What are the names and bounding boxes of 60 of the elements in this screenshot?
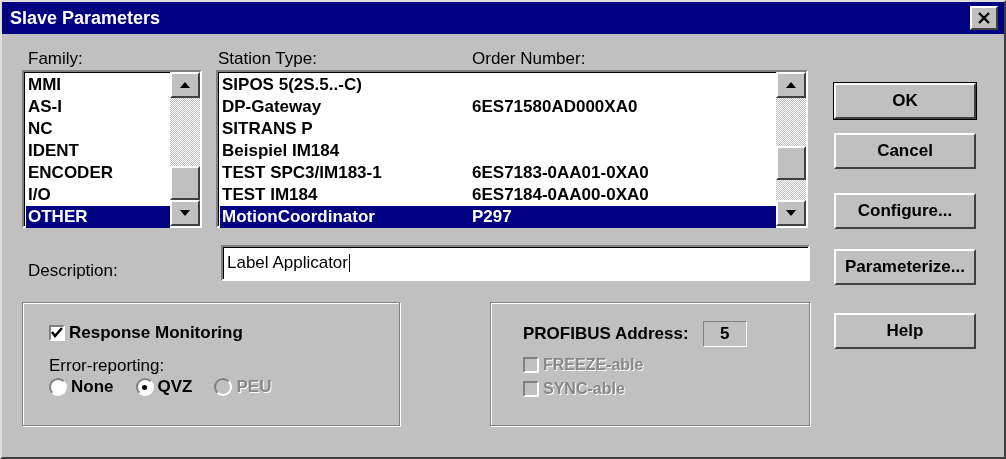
- scroll-up-button[interactable]: [170, 72, 200, 98]
- profibus-address-label: PROFIBUS Address:: [523, 323, 689, 345]
- station-row[interactable]: Beispiel IM184: [220, 140, 776, 162]
- family-item[interactable]: OTHER: [26, 206, 170, 228]
- scroll-thumb[interactable]: [776, 146, 806, 180]
- radio-option[interactable]: QVZ: [135, 377, 193, 397]
- family-item[interactable]: I/O: [26, 184, 170, 206]
- address-value: 5: [702, 321, 747, 347]
- order-number-cell: 6ES7183-0AA01-0XA0: [472, 162, 649, 184]
- station-type-cell-text: Beispiel IM184: [222, 140, 341, 162]
- family-item[interactable]: NC: [26, 118, 170, 140]
- station-row[interactable]: TEST SPC3/IM183-1 6ES7183-0AA01-0XA0: [220, 162, 776, 184]
- description-field[interactable]: Label Applicator: [221, 245, 810, 281]
- check-icon: [51, 327, 63, 339]
- order-number-label: Order Number:: [472, 48, 586, 70]
- checkbox[interactable]: [49, 325, 65, 341]
- station-type-cell-text: SIPOS 5(2S.5..-C): [222, 74, 363, 96]
- radio-option[interactable]: None: [49, 377, 114, 397]
- up-arrow-icon: [785, 81, 797, 89]
- family-item[interactable]: ENCODER: [26, 162, 170, 184]
- close-icon: [977, 12, 991, 24]
- family-label: Family:: [27, 49, 83, 68]
- order-number-cell: P297: [472, 206, 512, 228]
- station-row[interactable]: SITRANS P: [220, 118, 776, 140]
- station-type-label: Station Type:: [217, 48, 318, 70]
- station-type-cell-text: TEST SPC3/IM183-1: [222, 162, 383, 184]
- down-arrow-icon: [785, 209, 797, 217]
- family-item[interactable]: MMI: [26, 74, 170, 96]
- order-number-cell: 6ES71580AD000XA0: [472, 96, 638, 118]
- scrollbar[interactable]: [776, 72, 806, 226]
- scroll-down-button[interactable]: [776, 200, 806, 226]
- close-button[interactable]: [970, 6, 998, 30]
- station-row[interactable]: DP-Gateway 6ES71580AD000XA0: [220, 96, 776, 118]
- radio-button[interactable]: [135, 378, 154, 396]
- station-type-cell-text: SITRANS P: [222, 118, 314, 140]
- order-number-cell: 6ES7184-0AA00-0XA0: [472, 184, 649, 206]
- scroll-thumb[interactable]: [170, 166, 200, 200]
- family-item[interactable]: AS-I: [26, 96, 170, 118]
- down-arrow-icon: [179, 209, 191, 217]
- dialog-button[interactable]: Configure...: [834, 193, 976, 229]
- station-type-cell-text: DP-Gateway: [222, 96, 323, 118]
- dialog-button[interactable]: Cancel: [834, 133, 976, 169]
- dialog-button[interactable]: OK: [834, 83, 976, 119]
- station-row[interactable]: TEST IM184 6ES7184-0AA00-0XA0: [220, 184, 776, 206]
- station-row[interactable]: SIPOS 5(2S.5..-C): [220, 74, 776, 96]
- station-row[interactable]: MotionCoordinator P297: [220, 206, 776, 228]
- response-monitoring-checkbox[interactable]: Response Monitoring: [49, 321, 373, 345]
- window-title: Slave Parameters: [10, 7, 161, 29]
- radio-button[interactable]: [49, 378, 67, 396]
- dialog-button[interactable]: Parameterize...: [834, 249, 976, 285]
- dialog-button[interactable]: Help: [834, 313, 976, 349]
- description-label: Description:: [27, 260, 119, 282]
- up-arrow-icon: [179, 81, 191, 89]
- error-reporting-label: Error-reporting:: [49, 355, 166, 377]
- scroll-up-button[interactable]: [776, 72, 806, 98]
- station-type-cell-text: MotionCoordinator: [222, 206, 376, 228]
- family-item[interactable]: IDENT: [26, 140, 170, 162]
- station-type-cell-text: TEST IM184: [222, 184, 319, 206]
- scroll-down-button[interactable]: [170, 200, 200, 226]
- scrollbar[interactable]: [170, 72, 200, 226]
